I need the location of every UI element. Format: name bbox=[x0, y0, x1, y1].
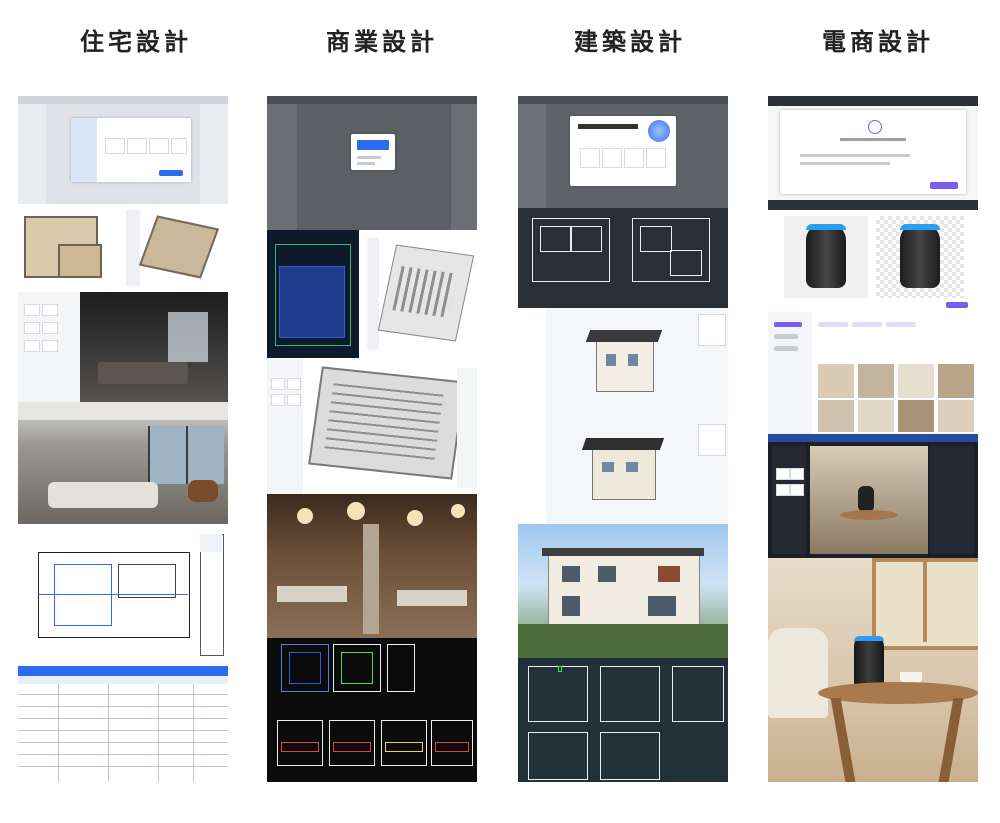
architecture-villa-render bbox=[518, 524, 728, 658]
residential-quote-table bbox=[18, 666, 228, 782]
column-title-residential: 住宅設計 bbox=[80, 28, 192, 56]
residential-screenshots bbox=[18, 96, 228, 782]
architecture-app-dialog-screenshot bbox=[518, 96, 728, 208]
column-title-architecture: 建築設計 bbox=[574, 28, 686, 56]
ecommerce-scene-editor bbox=[768, 434, 978, 558]
architecture-screenshots bbox=[518, 96, 728, 782]
column-title-commercial: 商業設計 bbox=[326, 28, 438, 56]
sofa-icon bbox=[768, 628, 828, 718]
showcase-page: 住宅設計 商業設計 建築設計 電商設計 bbox=[0, 0, 1000, 823]
upload-dialog[interactable] bbox=[780, 110, 966, 194]
residential-cad-drawing bbox=[18, 524, 228, 666]
architecture-elevation-cad bbox=[518, 658, 728, 782]
commercial-screenshots bbox=[267, 96, 477, 782]
commercial-3d-editor-screenshot bbox=[267, 358, 477, 494]
architecture-villa-model-1 bbox=[518, 308, 728, 418]
column-title-ecommerce: 電商設計 bbox=[822, 28, 934, 56]
template-dialog[interactable] bbox=[71, 118, 191, 182]
commercial-app-dialog-screenshot bbox=[267, 96, 477, 230]
residential-floorplan-screenshot bbox=[18, 204, 228, 292]
residential-render-editor-screenshot bbox=[18, 292, 228, 402]
ecommerce-screenshots bbox=[768, 96, 978, 782]
project-dialog[interactable] bbox=[351, 134, 395, 170]
speaker-icon bbox=[806, 224, 846, 288]
ecommerce-upload-dialog bbox=[768, 96, 978, 200]
commercial-restaurant-render bbox=[267, 494, 477, 638]
commercial-cad-sheets bbox=[267, 638, 477, 782]
architecture-floorplans-dark bbox=[518, 208, 728, 308]
ecommerce-lifestyle-render bbox=[768, 558, 978, 782]
ecommerce-product-cutout bbox=[768, 200, 978, 312]
commercial-plan-3d-screenshot bbox=[267, 230, 477, 358]
residential-livingroom-render bbox=[18, 402, 228, 524]
architecture-villa-model-2 bbox=[518, 418, 728, 524]
welcome-dialog[interactable] bbox=[570, 116, 676, 186]
ecommerce-scene-gallery bbox=[768, 312, 978, 434]
residential-app-dialog-screenshot bbox=[18, 96, 228, 204]
